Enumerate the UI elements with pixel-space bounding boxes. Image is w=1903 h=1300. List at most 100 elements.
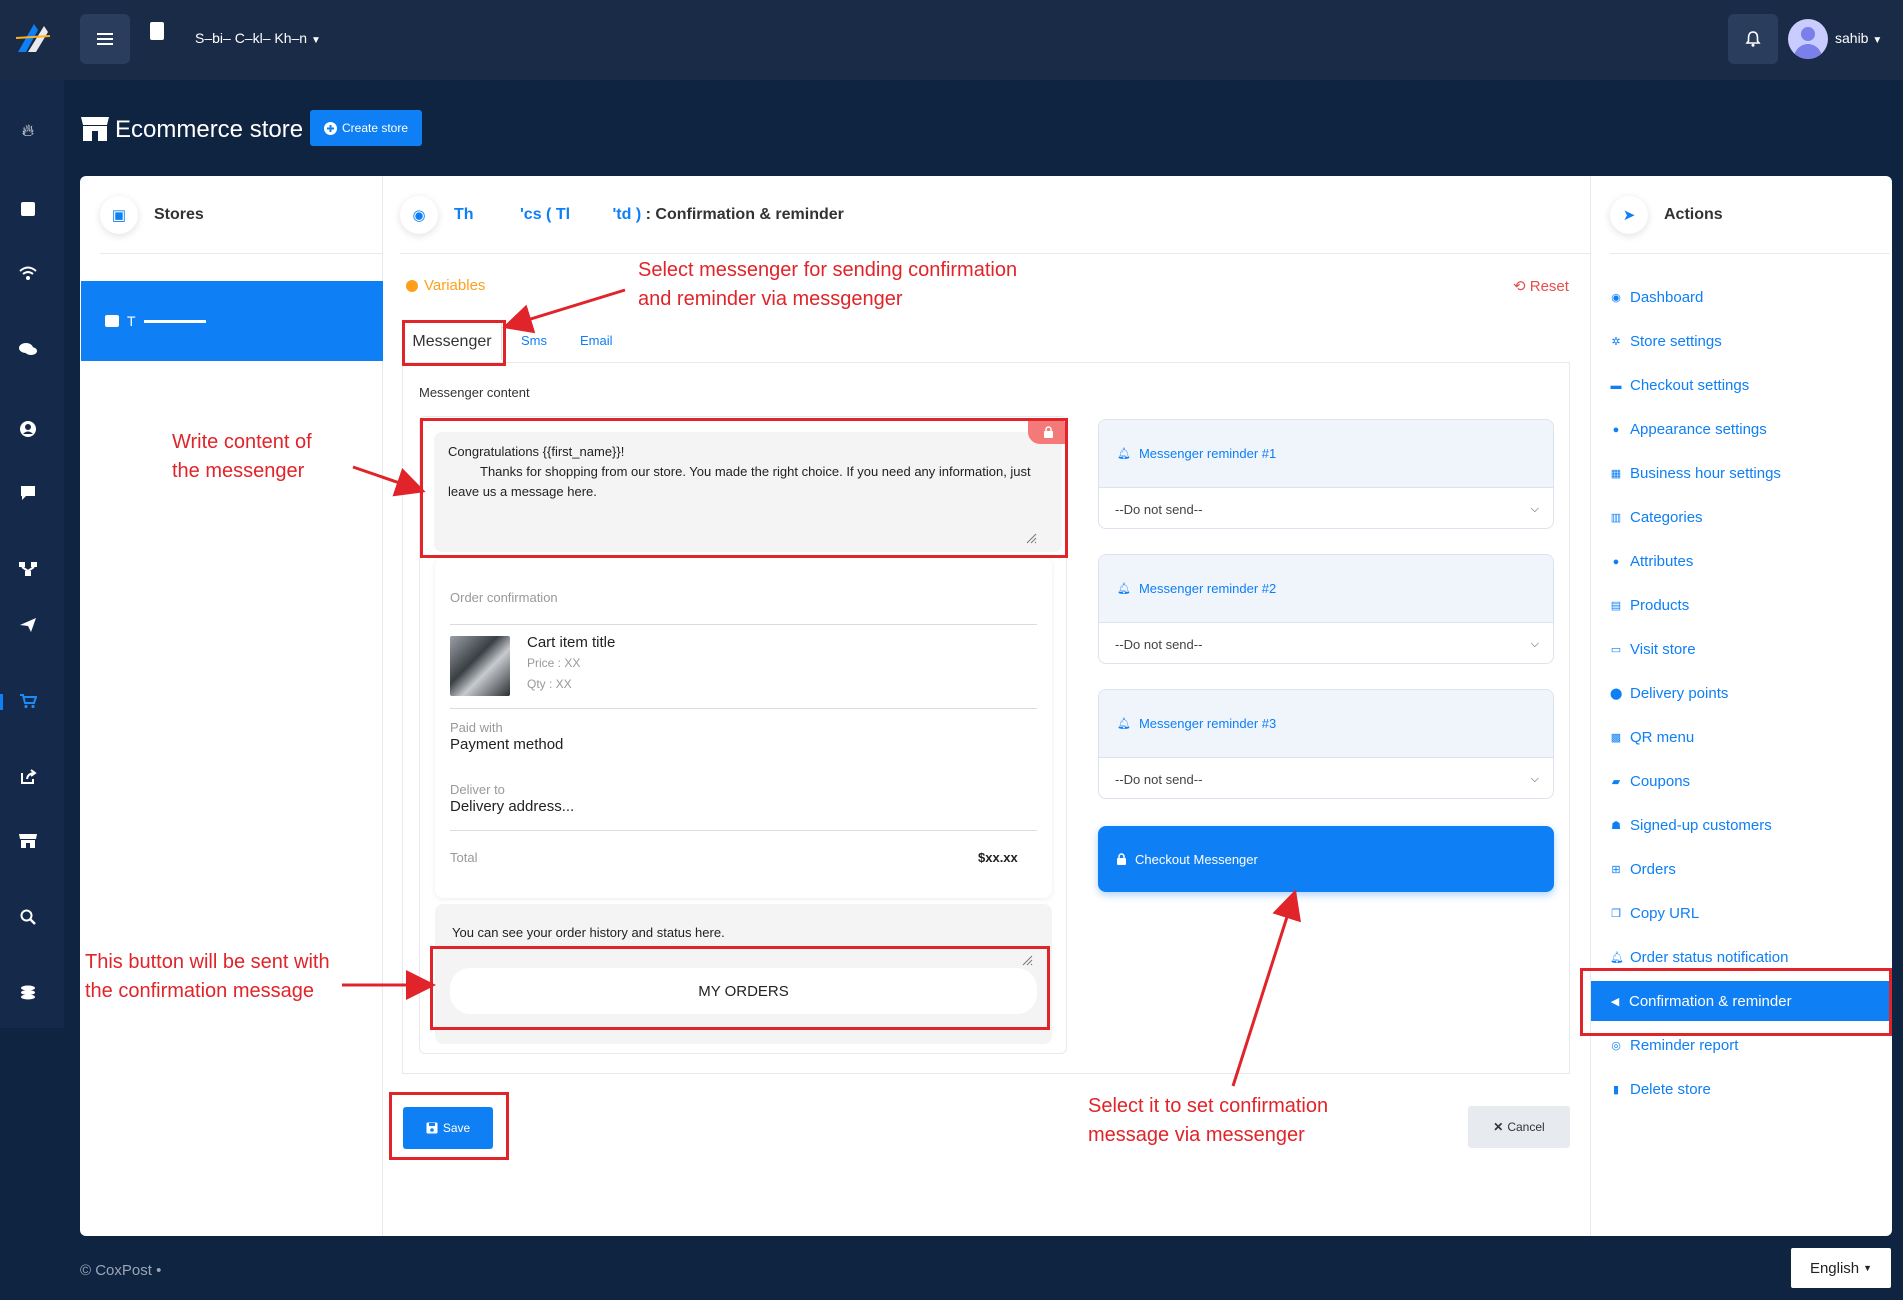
action-visit-store[interactable]: ▭ Visit store	[1610, 641, 1696, 658]
chevron-down-icon: ⌵	[1530, 637, 1539, 650]
cancel-button[interactable]: ✕ Cancel	[1468, 1106, 1570, 1148]
language-selector[interactable]: English ▼	[1791, 1248, 1891, 1288]
share-square-icon[interactable]	[17, 766, 39, 788]
editor-heading: Th 'cs ( Tl 'td ) : Confirmation & remin…	[454, 206, 844, 224]
reminder-select-2[interactable]: --Do not send-- ⌵	[1099, 623, 1553, 663]
action-label: Checkout settings	[1630, 377, 1750, 394]
action-delivery-points[interactable]: ⬤ Delivery points	[1610, 685, 1728, 702]
copy-icon: ❐	[1611, 908, 1621, 920]
reminder-header-1: 🔔︎ Messenger reminder #1	[1099, 420, 1553, 488]
store-name: T	[127, 313, 136, 329]
action-signed-up-customers[interactable]: ☗ Signed-up customers	[1610, 817, 1772, 834]
store-link-name-3[interactable]: 'td )	[613, 206, 642, 223]
tab-email[interactable]: Email	[580, 333, 613, 348]
action-coupons[interactable]: ▰ Coupons	[1610, 773, 1690, 790]
variables-toggle[interactable]: Variables	[406, 277, 485, 294]
app-logo[interactable]	[14, 18, 54, 58]
actions-header: ➤ Actions	[1610, 176, 1890, 254]
action-products[interactable]: ▤ Products	[1610, 597, 1689, 614]
icon-sidebar: 🔥︎	[0, 80, 64, 1028]
store-icon[interactable]	[17, 830, 39, 852]
sidebar-toggle-button[interactable]	[80, 14, 130, 64]
plus-circle-icon	[323, 121, 337, 135]
action-store-settings[interactable]: ✲ Store settings	[1610, 333, 1721, 350]
reminder-header-2: 🔔︎ Messenger reminder #2	[1099, 555, 1553, 623]
footer-copyright: © CoxPost •	[80, 1262, 162, 1279]
account-page-icon	[150, 22, 164, 40]
account-name: S–bi– C–kl– Kh–n	[195, 30, 308, 46]
action-dashboard[interactable]: ◉ Dashboard	[1610, 289, 1703, 306]
dot-icon	[406, 279, 418, 292]
chevron-down-icon: ⌵	[1530, 772, 1539, 785]
palette-icon: ●	[1612, 423, 1620, 436]
action-label: Reminder report	[1630, 1037, 1739, 1054]
create-store-button[interactable]: Create store	[310, 110, 422, 146]
divider	[450, 708, 1037, 709]
cancel-label: Cancel	[1507, 1120, 1545, 1134]
reminder-select-3[interactable]: --Do not send-- ⌵	[1099, 758, 1553, 798]
lock-icon	[1117, 853, 1126, 865]
action-categories[interactable]: ▥ Categories	[1610, 509, 1703, 526]
checkout-messenger-button[interactable]: Checkout Messenger	[1098, 826, 1554, 892]
total-value: $xx.xx	[978, 850, 1018, 865]
tab-sms[interactable]: Sms	[521, 333, 547, 348]
paid-with-value: Payment method	[450, 736, 564, 753]
undo-icon: ⟲	[1513, 278, 1526, 295]
chevron-down-icon: ⌵	[1530, 502, 1539, 515]
message-icon[interactable]	[17, 482, 39, 504]
reset-button[interactable]: ⟲ Reset	[1513, 277, 1569, 295]
caret-down-icon: ▼	[310, 35, 321, 46]
order-confirmation-card	[435, 558, 1052, 898]
palette-icon: ●	[1612, 555, 1620, 568]
user-menu[interactable]: sahib ▼	[1835, 30, 1882, 46]
page-title: Ecommerce store	[115, 116, 304, 143]
action-attributes[interactable]: ● Attributes	[1610, 553, 1694, 570]
action-label: Orders	[1630, 861, 1676, 878]
notifications-button[interactable]	[1728, 14, 1778, 64]
annotation-select-messenger: Select messenger for sending confirmatio…	[638, 259, 1018, 310]
facebook-icon[interactable]	[17, 198, 39, 220]
search-icon[interactable]	[17, 906, 39, 928]
comments-icon[interactable]	[17, 338, 39, 360]
action-business-hour-settings[interactable]: ▦ Business hour settings	[1610, 465, 1781, 482]
editor-heading-title: : Confirmation & reminder	[645, 205, 844, 223]
store-link-name-2[interactable]: 'cs ( Tl	[520, 206, 570, 223]
columns-icon: ▥	[1610, 512, 1622, 524]
divider	[450, 830, 1037, 831]
store-link-name[interactable]: Th	[454, 206, 474, 223]
store-list-item-selected[interactable]: T	[81, 281, 383, 361]
action-label: Delivery points	[1630, 685, 1729, 702]
action-appearance-settings[interactable]: ● Appearance settings	[1610, 421, 1767, 438]
reminder-select-1[interactable]: --Do not send-- ⌵	[1099, 488, 1553, 528]
user-avatar[interactable]	[1788, 19, 1828, 59]
action-delete-store[interactable]: ▮ Delete store	[1610, 1081, 1711, 1098]
messenger-content-label: Messenger content	[419, 385, 530, 400]
qrcode-icon: ▩	[1610, 732, 1622, 744]
cart-icon: ⊞	[1611, 864, 1621, 876]
create-store-label: Create store	[341, 121, 409, 135]
user-circle-icon[interactable]	[17, 418, 39, 440]
action-reminder-report[interactable]: ◎ Reminder report	[1610, 1037, 1738, 1054]
close-icon: ✕	[1493, 1120, 1504, 1134]
action-order-status-notification[interactable]: 🔔︎ Order status notification	[1610, 949, 1788, 966]
action-orders[interactable]: ⊞ Orders	[1610, 861, 1676, 878]
sitemap-icon[interactable]	[17, 558, 39, 580]
reminder-value-2: --Do not send--	[1115, 636, 1203, 652]
action-label: Dashboard	[1630, 289, 1704, 306]
shopping-cart-icon[interactable]	[17, 690, 39, 712]
action-checkout-settings[interactable]: ▬ Checkout settings	[1610, 377, 1750, 394]
fire-icon[interactable]: 🔥︎	[17, 120, 39, 142]
action-copy-url[interactable]: ❐ Copy URL	[1610, 905, 1699, 922]
coins-icon[interactable]	[17, 982, 39, 1004]
account-switcher[interactable]: S–bi– C–kl– Kh–n ▼	[195, 30, 321, 46]
wifi-icon[interactable]	[17, 262, 39, 284]
reminder-card-1: 🔔︎ Messenger reminder #1 --Do not send--…	[1098, 419, 1554, 529]
users-icon: ☗	[1611, 820, 1621, 832]
trash-icon: ▮	[1612, 1084, 1620, 1096]
paper-plane-icon[interactable]	[17, 614, 39, 636]
eye-icon: ◎	[1611, 1040, 1621, 1052]
action-qr-menu[interactable]: ▩ QR menu	[1610, 729, 1694, 746]
action-label: Appearance settings	[1630, 421, 1767, 438]
bell-icon: 🔔︎	[1610, 952, 1624, 964]
reminder-value-1: --Do not send--	[1115, 501, 1203, 517]
